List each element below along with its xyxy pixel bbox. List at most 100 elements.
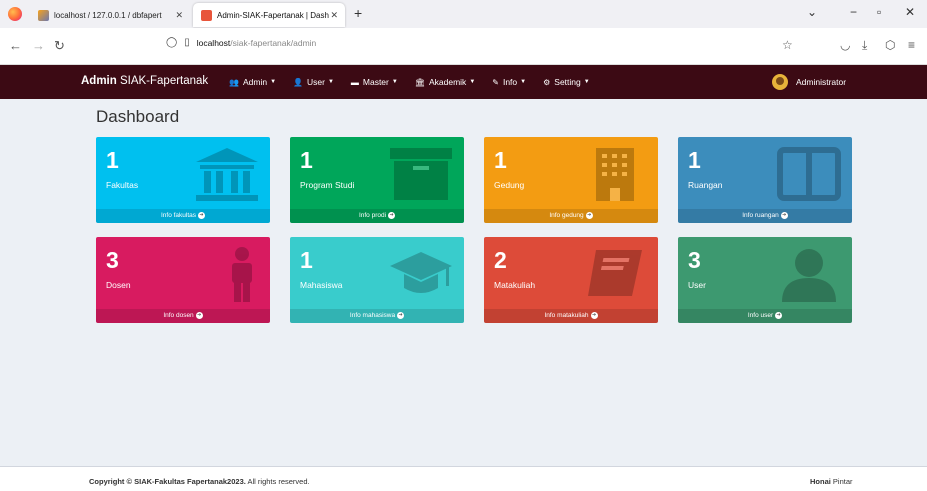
page-footer: Copyright © SIAK-Fakultas Fapertanak2023… bbox=[0, 466, 927, 491]
caret-down-icon: ▼ bbox=[583, 79, 590, 85]
pocket-icon[interactable]: ◡ bbox=[840, 38, 850, 52]
stat-box-dosen: 3 Dosen Info dosen ➜ bbox=[96, 237, 270, 323]
arrow-circle-right-icon: ➜ bbox=[585, 211, 593, 219]
stat-label: User bbox=[688, 280, 706, 290]
stat-label: Ruangan bbox=[688, 180, 723, 190]
menu-label: User bbox=[306, 77, 325, 87]
browser-tab-bar: localhost / 127.0.0.1 / dbfapert ✕ Admin… bbox=[0, 0, 927, 28]
caret-down-icon: ▼ bbox=[270, 79, 277, 85]
copyright-bold: Copyright © SIAK-Fakultas Fapertanak2023… bbox=[89, 477, 246, 486]
users-icon: 👥 bbox=[229, 77, 239, 87]
menu-label: Master bbox=[362, 77, 389, 87]
stat-label: Mahasiswa bbox=[300, 280, 343, 290]
columns-icon bbox=[777, 147, 841, 201]
menu-label: Info bbox=[502, 77, 518, 87]
bookmark-star-icon[interactable]: ☆ bbox=[782, 38, 793, 52]
avatar bbox=[772, 74, 788, 90]
reload-icon[interactable]: ↻ bbox=[54, 38, 65, 54]
stat-label: Dosen bbox=[106, 280, 131, 290]
stat-box-matakuliah: 2 Matakuliah Info matakuliah ➜ bbox=[484, 237, 658, 323]
stat-box-user: 3 User Info user ➜ bbox=[678, 237, 852, 323]
info-link-label: Info ruangan bbox=[742, 212, 779, 219]
menu-master[interactable]: ▬ Master ▼ bbox=[351, 77, 398, 87]
menu-setting[interactable]: ⚙ Setting ▼ bbox=[543, 77, 590, 87]
phpmyadmin-icon bbox=[38, 9, 49, 21]
gear-icon: ⚙ bbox=[543, 77, 551, 87]
arrow-circle-right-icon: ➜ bbox=[397, 311, 405, 319]
info-link-label: Info user bbox=[747, 312, 774, 319]
stat-info-link[interactable]: Info matakuliah ➜ bbox=[484, 309, 658, 323]
page-title: Dashboard bbox=[96, 107, 180, 126]
folder-icon: ▬ bbox=[350, 77, 359, 87]
stat-info-link[interactable]: Info mahasiswa ➜ bbox=[290, 309, 464, 323]
stat-info-link[interactable]: Info gedung ➜ bbox=[484, 209, 658, 223]
menu-icon[interactable]: ≡ bbox=[908, 38, 915, 52]
caret-down-icon: ▼ bbox=[520, 79, 527, 85]
caret-down-icon: ▼ bbox=[391, 79, 398, 85]
credit-rest: Pintar bbox=[830, 477, 853, 486]
archive-icon bbox=[390, 148, 452, 200]
browser-tab-phpmyadmin[interactable]: localhost / 127.0.0.1 / dbfapert ✕ bbox=[30, 3, 190, 27]
app-navbar: Admin SIAK-Fapertanak 👥 Admin ▼ 👤 User ▼ ▬ Ma… bbox=[0, 65, 927, 99]
stat-count: 1 bbox=[106, 147, 119, 173]
stat-label: Program Studi bbox=[300, 180, 355, 190]
footer-credit: Honai Pintar bbox=[810, 477, 853, 486]
menu-akademik[interactable]: 🏛 Akademik ▼ bbox=[415, 77, 475, 87]
brand-name: SIAK-Fapertanak bbox=[116, 75, 209, 87]
tab-label: Admin-SIAK-Fapertanak | Dash bbox=[217, 10, 329, 20]
copyright-rest: All rights reserved. bbox=[245, 477, 310, 486]
arrow-circle-right-icon: ➜ bbox=[388, 211, 396, 219]
url-path: /siak-fapertanak/admin bbox=[230, 37, 317, 48]
menu-user[interactable]: 👤 User ▼ bbox=[293, 77, 334, 87]
stat-count: 3 bbox=[106, 247, 119, 273]
back-icon[interactable]: ← bbox=[9, 38, 22, 53]
address-bar[interactable]: ◯ ▯ localhost /siak-fapertanak/admin bbox=[166, 37, 316, 48]
url-host: localhost bbox=[196, 37, 231, 48]
info-link-label: Info fakultas bbox=[160, 212, 197, 219]
stat-count: 1 bbox=[300, 247, 313, 273]
stat-count: 2 bbox=[494, 247, 507, 273]
stat-label: Gedung bbox=[494, 180, 525, 190]
stat-box-ruangan: 1 Ruangan Info ruangan ➜ bbox=[678, 137, 852, 223]
stat-info-link[interactable]: Info user ➜ bbox=[678, 309, 852, 323]
tab-list-icon[interactable]: ⌄ bbox=[807, 5, 817, 19]
stat-info-link[interactable]: Info fakultas ➜ bbox=[96, 209, 270, 223]
maximize-icon[interactable]: ▫ bbox=[877, 5, 881, 19]
page-info-icon: ▯ bbox=[184, 37, 190, 48]
stat-info-link[interactable]: Info dosen ➜ bbox=[96, 309, 270, 323]
book-icon bbox=[588, 250, 642, 296]
menu-label: Setting bbox=[554, 77, 581, 87]
close-icon[interactable]: ✕ bbox=[175, 10, 183, 21]
menu-admin[interactable]: 👥 Admin ▼ bbox=[229, 77, 276, 87]
user-icon bbox=[782, 249, 836, 302]
stat-info-link[interactable]: Info ruangan ➜ bbox=[678, 209, 852, 223]
arrow-circle-right-icon: ➜ bbox=[195, 311, 203, 319]
brand[interactable]: Admin SIAK-Fapertanak bbox=[81, 75, 208, 87]
download-icon[interactable]: ⤓ bbox=[862, 38, 867, 53]
caret-down-icon: ▼ bbox=[327, 79, 334, 85]
user-icon: 👤 bbox=[293, 77, 303, 87]
arrow-circle-right-icon: ➜ bbox=[198, 211, 206, 219]
user-menu[interactable]: Administrator bbox=[772, 74, 846, 90]
bank-icon: 🏛 bbox=[414, 77, 425, 87]
stat-box-program-studi: 1 Program Studi Info prodi ➜ bbox=[290, 137, 464, 223]
menu-info[interactable]: ✎ Info ▼ bbox=[492, 77, 526, 87]
firefox-icon[interactable] bbox=[8, 7, 22, 21]
copyright: Copyright © SIAK-Fakultas Fapertanak2023… bbox=[89, 477, 310, 486]
info-link-label: Info prodi bbox=[358, 212, 387, 219]
minimize-icon[interactable]: − bbox=[850, 5, 857, 19]
browser-toolbar: ← → ↻ ◯ ▯ localhost /siak-fapertanak/adm… bbox=[0, 28, 927, 65]
forward-icon[interactable]: → bbox=[32, 38, 45, 53]
new-tab-button[interactable]: + bbox=[354, 5, 362, 21]
info-link-label: Info gedung bbox=[549, 212, 584, 219]
bank-icon bbox=[196, 148, 258, 201]
tab-label: localhost / 127.0.0.1 / dbfapert bbox=[54, 10, 162, 20]
stat-info-link[interactable]: Info prodi ➜ bbox=[290, 209, 464, 223]
close-window-icon[interactable]: ✕ bbox=[905, 5, 915, 19]
extensions-icon[interactable]: ⬡ bbox=[885, 38, 895, 52]
user-name: Administrator bbox=[796, 77, 847, 87]
building-icon bbox=[596, 148, 634, 201]
browser-tab-active[interactable]: Admin-SIAK-Fapertanak | Dash ✕ bbox=[193, 3, 345, 27]
stat-label: Fakultas bbox=[106, 180, 139, 190]
close-icon[interactable]: ✕ bbox=[330, 10, 338, 21]
